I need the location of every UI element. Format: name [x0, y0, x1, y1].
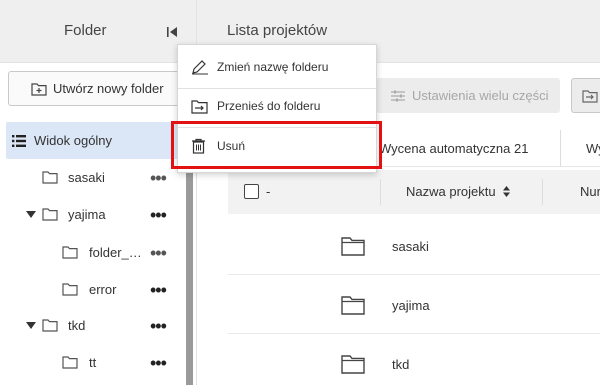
new-folder-icon [31, 82, 47, 96]
folder-icon [341, 237, 365, 256]
folder-icon [42, 319, 58, 332]
create-folder-button[interactable]: Utwórz nowy folder [8, 71, 188, 106]
folder-panel-header: Folder [0, 0, 196, 63]
folder-icon [341, 296, 365, 315]
folder-move-icon [582, 90, 598, 103]
tree-item-error[interactable]: error ••• [0, 271, 184, 308]
tree-item-label: error [89, 282, 117, 297]
highlight-box [171, 121, 382, 169]
project-name[interactable]: tkd [392, 357, 409, 372]
more-options-icon[interactable]: ••• [150, 317, 167, 335]
more-options-icon[interactable]: ••• [150, 281, 167, 299]
column-header-label: Nazwa projektu [406, 184, 496, 199]
column-header-project-name[interactable]: Nazwa projektu [406, 184, 511, 199]
tree-item-tt[interactable]: tt ••• [0, 344, 184, 381]
tab-next[interactable]: Wy [586, 141, 600, 156]
folder-icon [42, 208, 58, 221]
table-header: - Nazwa projektu Nur [228, 170, 600, 214]
tree-item-folder[interactable]: folder_… ••• [0, 234, 184, 271]
column-header-number[interactable]: Nur [580, 184, 600, 199]
more-options-icon[interactable]: ••• [150, 244, 167, 262]
list-icon [12, 134, 26, 147]
tree-item-label: sasaki [68, 170, 105, 185]
select-all-checkbox[interactable] [244, 184, 259, 199]
tree-item-label: tt [89, 355, 97, 370]
folder-icon [42, 171, 58, 184]
select-all-label: - [266, 184, 271, 199]
menu-item-rename[interactable]: Zmień nazwę folderu [178, 48, 376, 86]
caret-down-icon[interactable] [26, 211, 36, 218]
column-divider [542, 179, 543, 205]
tree-item-overview[interactable]: Widok ogólny [6, 122, 184, 159]
more-options-icon[interactable]: ••• [150, 354, 167, 372]
multi-part-settings-button[interactable]: Ustawienia wielu części [376, 78, 560, 113]
caret-down-icon[interactable] [26, 322, 36, 329]
tree-item-sasaki[interactable]: sasaki ••• [0, 159, 184, 196]
menu-item-label: Przenieś do folderu [217, 99, 321, 113]
project-name[interactable]: yajima [392, 298, 430, 313]
pencil-icon [192, 60, 208, 75]
page-title: Lista projektów [227, 22, 328, 39]
tree-item-label: Widok ogólny [34, 133, 113, 148]
folder-panel-title: Folder [64, 22, 107, 39]
tree-item-yajima[interactable]: yajima ••• [0, 196, 184, 233]
folder-icon [341, 355, 365, 374]
tree-item-label: yajima [68, 207, 106, 222]
sliders-icon [391, 90, 405, 101]
folder-move-icon [191, 99, 208, 114]
menu-item-move[interactable]: Przenieś do folderu [178, 87, 376, 125]
create-folder-label: Utwórz nowy folder [53, 81, 164, 96]
column-divider [380, 179, 381, 205]
more-options-icon[interactable]: ••• [150, 169, 167, 187]
sort-icon[interactable] [503, 186, 511, 197]
table-row[interactable]: tkd [228, 335, 600, 385]
table-row[interactable]: sasaki [228, 217, 600, 275]
project-name[interactable]: sasaki [392, 239, 429, 254]
tab-divider [560, 130, 561, 167]
tab-auto-quote[interactable]: Wycena automatyczna 21 [379, 141, 528, 156]
folder-panel: Folder Utwórz nowy folder Widok ogólny s… [0, 0, 197, 385]
menu-item-label: Zmień nazwę folderu [217, 60, 329, 74]
tree-item-tkd[interactable]: tkd ••• [0, 307, 184, 344]
folder-icon [62, 356, 78, 369]
folder-icon [62, 246, 78, 259]
table-row[interactable]: yajima [228, 276, 600, 334]
more-options-icon[interactable]: ••• [150, 206, 167, 224]
multi-part-settings-label: Ustawienia wielu części [412, 88, 549, 103]
collapse-panel-icon[interactable] [164, 24, 180, 40]
tree-item-label: folder_… [89, 245, 142, 260]
move-to-folder-button[interactable] [571, 78, 600, 113]
folder-icon [62, 283, 78, 296]
tree-item-label: tkd [68, 318, 86, 333]
